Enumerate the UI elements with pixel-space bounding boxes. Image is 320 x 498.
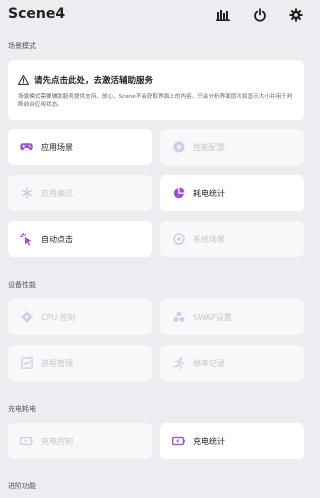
pie-chart-icon [172,187,185,200]
tile-label: SWAP设置 [193,312,232,322]
battery-charging-icon [172,435,185,448]
tile-perf-config[interactable]: 性能配置 [160,129,304,165]
app-title: Scene4 [8,6,66,22]
section-title-charging-power: 充电耗电 [8,405,36,413]
tile-label: 性能配置 [193,142,225,152]
snowflake-icon [20,187,33,200]
tile-label: 应用场景 [41,142,73,152]
tile-power-stats[interactable]: 耗电统计 [160,175,304,211]
tap-icon [20,232,33,246]
tile-label: 帧率记录 [193,358,225,368]
target-icon [172,233,185,246]
section-title-device-performance: 设备性能 [8,281,36,289]
tile-process-manager[interactable]: 进程管理 [8,345,152,381]
tile-label: 耗电统计 [193,188,225,198]
tile-charge-stats[interactable]: 充电统计 [160,423,304,459]
tile-swap-settings[interactable]: SWAP设置 [160,299,304,335]
monitor-icon [20,357,33,370]
tile-auto-click[interactable]: 自动点击 [8,221,152,257]
tile-cpu-control[interactable]: CPU 控制 [8,299,152,335]
tile-app-scene[interactable]: 应用场景 [8,129,152,165]
app-bar: Scene4 [0,0,312,30]
swap-icon [172,311,185,324]
warning-icon [17,70,30,89]
section-title-scene-mode: 场景模式 [8,42,36,50]
cpu-icon [20,311,33,324]
running-icon [172,357,185,370]
accessibility-notice-card[interactable]: 请先点击此处，去激活辅助服务 场景模式需要辅助服务提供支持。放心，Scene不会… [8,60,304,120]
section-title-advanced: 进阶功能 [8,482,36,490]
tile-system-scene[interactable]: 系统场景 [160,221,304,257]
tile-label: 进程管理 [41,358,73,368]
tile-label: 自动点击 [41,234,73,244]
tile-label: 应用偏见 [41,188,73,198]
bar-chart-icon[interactable] [213,5,233,25]
notice-title: 请先点击此处，去激活辅助服务 [34,75,154,86]
tile-fps-record[interactable]: 帧率记录 [160,345,304,381]
tile-label: 充电统计 [193,436,225,446]
settings-circle-icon [172,141,185,154]
gamepad-icon [20,141,33,154]
tile-label: 充电控制 [41,436,73,446]
power-icon[interactable] [250,5,270,25]
battery-charging-icon [20,435,33,448]
notice-description: 场景模式需要辅助服务提供支持。放心，Scene不会获取界面上的内容，只会分析界面… [18,94,293,108]
tile-label: 系统场景 [193,234,225,244]
gear-icon[interactable] [286,5,306,25]
tile-charge-control[interactable]: 充电控制 [8,423,152,459]
tile-app-prefs[interactable]: 应用偏见 [8,175,152,211]
tile-label: CPU 控制 [41,312,76,322]
